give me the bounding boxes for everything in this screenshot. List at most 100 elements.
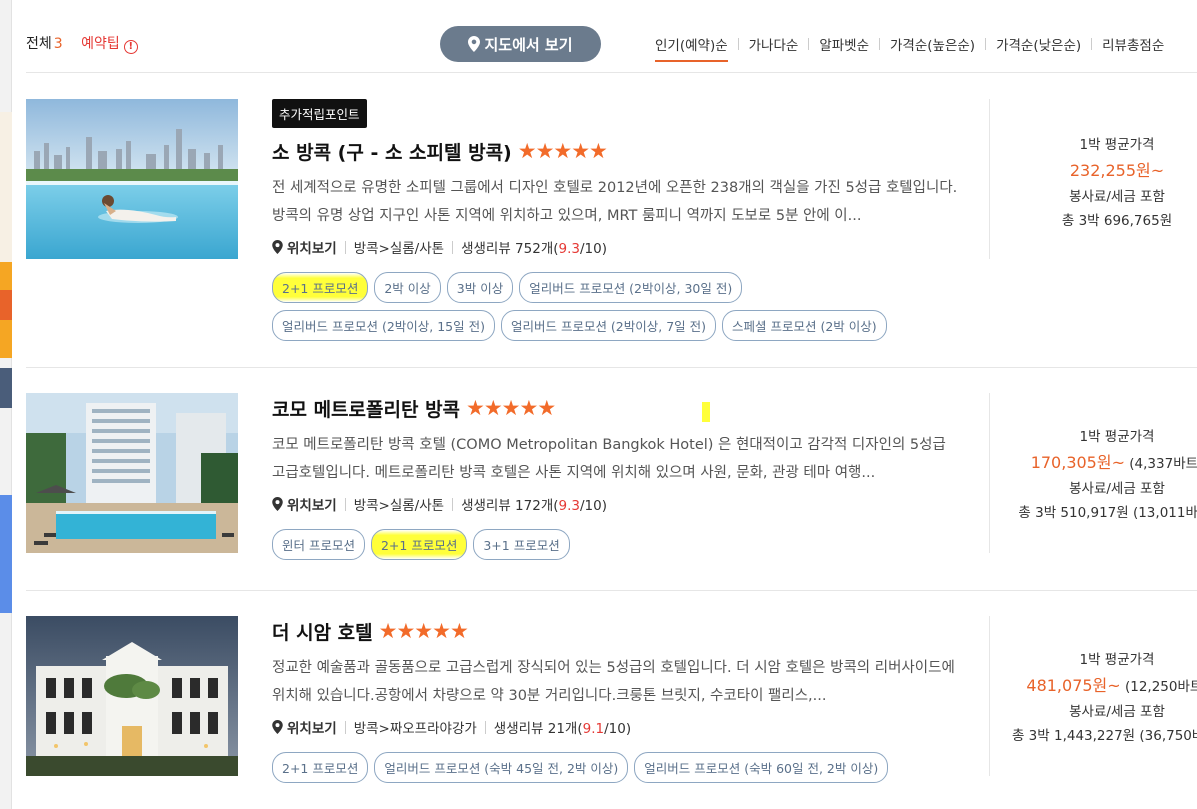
sort-option[interactable]: 리뷰총점순	[1102, 34, 1164, 60]
hotel-listing: 추가적립포인트 소 방콕 (구 - 소 소피텔 방콕) ★★★★★ 전 세계적으…	[26, 99, 1197, 349]
location-pin-icon	[272, 240, 283, 254]
view-location-link[interactable]: 위치보기	[287, 494, 337, 514]
promotion-tag[interactable]: 얼리버드 프로모션 (숙박 45일 전, 2박 이상)	[374, 752, 629, 783]
divider	[26, 367, 1197, 368]
meta-separator	[344, 240, 346, 254]
total-price: 총 3박 1,443,227원 (36,750바트)	[1011, 728, 1197, 744]
price-label: 1박 평균가격	[1079, 429, 1155, 445]
review-scale: /10)	[604, 721, 632, 737]
promotion-tags: 2+1 프로모션 2박 이상 3박 이상 얼리버드 프로모션 (2박이상, 30일 전…	[272, 272, 952, 341]
tax-note: 봉사료/세금 포함	[1069, 189, 1165, 205]
hotel-photo-colonial-building[interactable]	[26, 616, 238, 776]
hotel-name-row: 소 방콕 (구 - 소 소피텔 방콕) ★★★★★	[272, 136, 962, 166]
promotion-tag[interactable]: 2+1 프로모션	[272, 752, 369, 783]
promotion-tag[interactable]: 3박 이상	[446, 272, 514, 303]
hotel-name-row: 더 시암 호텔 ★★★★★	[272, 616, 962, 646]
hotel-meta: 위치보기 방콕>실롬/사톤 생생리뷰 172개(9.3/10)	[272, 493, 962, 515]
price-label: 1박 평균가격	[1079, 652, 1155, 668]
divider	[26, 590, 1197, 591]
sort-separator	[1091, 38, 1093, 50]
sort-separator	[985, 38, 987, 50]
price-box: 1박 평균가격 170,305원~ (4,337바트) 봉사료/세금 포함 총 …	[1011, 425, 1197, 521]
sidebar-banner-segment	[0, 112, 12, 262]
total-label: 전체	[26, 36, 52, 52]
nightly-price: 481,075원~	[1026, 676, 1121, 695]
promotion-tags: 2+1 프로모션 얼리버드 프로모션 (숙박 45일 전, 2박 이상) 얼리버드 …	[272, 752, 952, 783]
review-score: 9.1	[582, 721, 605, 737]
sort-option[interactable]: 가격순(높은순)	[890, 34, 975, 60]
meta-separator	[452, 497, 454, 511]
tax-note: 봉사료/세금 포함	[1069, 481, 1165, 497]
promotion-tag[interactable]: 3+1 프로모션	[473, 529, 570, 560]
exclamation-icon[interactable]: !	[123, 40, 138, 54]
review-link[interactable]: 생생리뷰 21개(9.1/10)	[494, 717, 631, 737]
view-location-link[interactable]: 위치보기	[287, 717, 337, 737]
location-pin-icon	[272, 497, 283, 511]
promotion-tag[interactable]: 얼리버드 프로모션 (2박이상, 7일 전)	[500, 310, 717, 341]
booking-tip-link[interactable]: 예약팁	[81, 36, 120, 52]
view-location-link[interactable]: 위치보기	[287, 237, 337, 257]
extra-points-badge: 추가적립포인트	[272, 99, 367, 128]
promotion-tag[interactable]: 2박 이상	[374, 272, 441, 303]
meta-separator	[484, 720, 486, 734]
sort-option[interactable]: 가격순(낮은순)	[996, 34, 1081, 60]
hotel-description: 전 세계적으로 유명한 소피텔 그룹에서 디자인 호텔로 2012년에 오픈한 …	[272, 180, 958, 224]
review-count: 생생리뷰 752개(	[461, 241, 559, 257]
hotel-info: 추가적립포인트 소 방콕 (구 - 소 소피텔 방콕) ★★★★★ 전 세계적으…	[272, 99, 962, 341]
hotel-name-link[interactable]: 더 시암 호텔	[272, 618, 373, 645]
map-pin-icon	[468, 36, 481, 52]
price-value[interactable]: 232,255원~	[1011, 157, 1197, 181]
star-rating-icon: ★★★★★	[466, 396, 556, 420]
meta-separator	[344, 497, 346, 511]
hotel-info: 더 시암 호텔 ★★★★★ 정교한 예술품과 골동품으로 고급스럽게 장식되어 …	[272, 616, 962, 783]
promotion-tag[interactable]: 2+1 프로모션	[370, 529, 468, 560]
hotel-name-link[interactable]: 코모 메트로폴리탄 방콕	[272, 395, 460, 422]
column-divider	[989, 616, 990, 776]
hotel-listing: 더 시암 호텔 ★★★★★ 정교한 예술품과 골동품으로 고급스럽게 장식되어 …	[26, 616, 1197, 806]
hotel-photo-pool-building[interactable]	[26, 393, 238, 553]
promotion-tag[interactable]: 얼리버드 프로모션 (2박이상, 15일 전)	[272, 310, 495, 341]
price-label: 1박 평균가격	[1079, 137, 1155, 153]
sort-separator	[879, 38, 881, 50]
promotion-tag[interactable]: 2+1 프로모션	[272, 272, 369, 303]
hotel-meta: 위치보기 방콕>짜오프라야강가 생생리뷰 21개(9.1/10)	[272, 716, 962, 738]
price-value[interactable]: 170,305원~ (4,337바트)	[1011, 449, 1197, 473]
promotion-tag[interactable]: 얼리버드 프로모션 (2박이상, 30일 전)	[519, 272, 743, 303]
hotel-name-link[interactable]: 소 방콕 (구 - 소 소피텔 방콕)	[272, 138, 512, 165]
price-value[interactable]: 481,075원~ (12,250바트)	[1011, 672, 1197, 696]
total-price: 총 3박 696,765원	[1061, 213, 1173, 229]
sort-option[interactable]: 인기(예약)순	[655, 34, 728, 62]
sidebar-blue-segment	[0, 495, 12, 613]
result-toolbar: 전체 3 예약팁! 지도에서 보기 인기(예약)순 가나다순 알파벳순 가격순(높은순)…	[26, 26, 1197, 62]
star-rating-icon: ★★★★★	[378, 619, 469, 643]
review-count: 생생리뷰 21개(	[493, 721, 583, 737]
hotel-photo-pool-skyline[interactable]	[26, 99, 238, 259]
sort-option[interactable]: 가나다순	[749, 34, 799, 60]
meta-separator	[344, 720, 346, 734]
hotel-description: 정교한 예술품과 골동품으로 고급스럽게 장식되어 있는 5성급의 호텔입니다.…	[272, 660, 955, 704]
promotion-tag[interactable]: 윈터 프로모션	[272, 529, 365, 560]
promotion-tags: 윈터 프로모션 2+1 프로모션 3+1 프로모션	[272, 529, 952, 560]
column-divider	[989, 99, 990, 259]
sort-separator	[808, 38, 810, 50]
left-sidebar-edge	[0, 0, 12, 809]
price-local-currency: (12,250바트)	[1124, 679, 1197, 695]
star-rating-icon: ★★★★★	[517, 139, 608, 163]
promotion-tag[interactable]: 스페셜 프로모션 (2박 이상)	[722, 310, 887, 341]
hotel-listing: 코모 메트로폴리탄 방콕 ★★★★★ 코모 메트로폴리탄 방콕 호텔 (COMO…	[26, 393, 1197, 583]
divider	[26, 72, 1197, 73]
review-link[interactable]: 생생리뷰 172개(9.3/10)	[461, 494, 607, 514]
sort-options: 인기(예약)순 가나다순 알파벳순 가격순(높은순) 가격순(낮은순) 리뷰총점순	[655, 34, 1164, 62]
sort-separator	[737, 38, 739, 50]
map-view-button[interactable]: 지도에서 보기	[440, 26, 601, 62]
price-local-currency: (4,337바트)	[1124, 456, 1197, 472]
sort-option[interactable]: 알파벳순	[819, 34, 869, 60]
sidebar-accent-segment	[0, 290, 12, 320]
review-link[interactable]: 생생리뷰 752개(9.3/10)	[461, 237, 607, 257]
highlight-mark	[702, 402, 710, 422]
location-pin-icon	[272, 720, 283, 734]
column-divider	[989, 393, 990, 553]
promotion-tag[interactable]: 얼리버드 프로모션 (숙박 60일 전, 2박 이상)	[634, 752, 889, 783]
meta-separator	[452, 240, 454, 254]
review-count: 생생리뷰 172개(	[461, 498, 559, 514]
